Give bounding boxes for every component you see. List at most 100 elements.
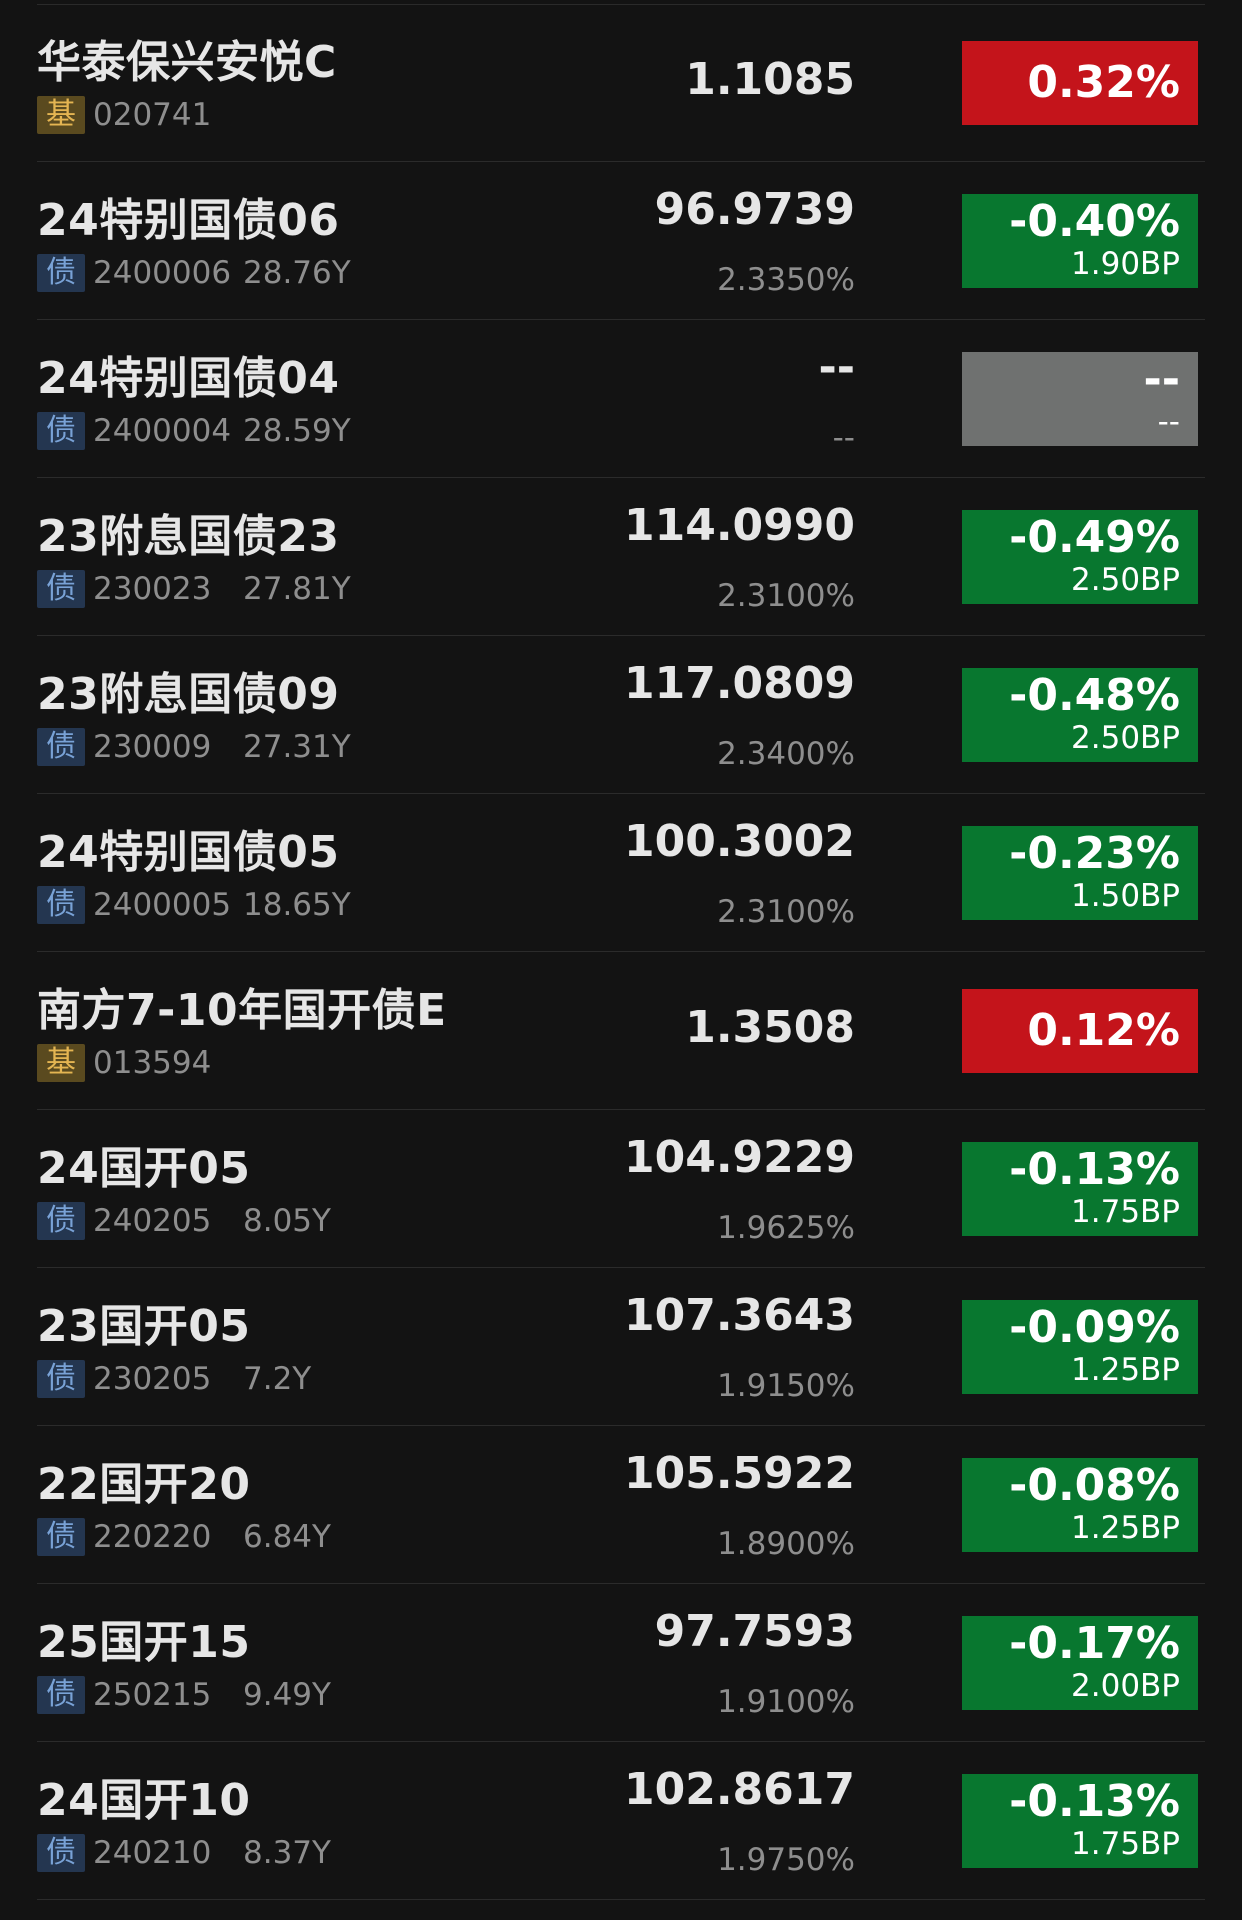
remaining-tenor: 28.76Y xyxy=(243,255,351,291)
change-bp: 2.50BP xyxy=(1071,720,1180,756)
change-badge[interactable]: -0.48% 2.50BP xyxy=(962,668,1198,762)
change-bp: 1.90BP xyxy=(1071,246,1180,282)
watchlist-row[interactable]: 南方7-10年国开债E 基 013594 1.3508 0.12% xyxy=(37,952,1205,1110)
watchlist: 华泰保兴安悦C 基 020741 1.1085 0.32% 24特别国债06 债… xyxy=(0,4,1242,1900)
remaining-tenor: 8.05Y xyxy=(243,1203,331,1239)
last-price: 97.7593 xyxy=(654,1606,855,1657)
change-badge[interactable]: -0.23% 1.50BP xyxy=(962,826,1198,920)
yield-value: 1.9100% xyxy=(717,1684,855,1720)
security-meta: 债 220220 6.84Y xyxy=(37,1518,331,1556)
change-bp: 1.25BP xyxy=(1071,1510,1180,1546)
yield-value: 1.9750% xyxy=(717,1842,855,1878)
watchlist-row[interactable]: 23国开05 债 230205 7.2Y 107.3643 1.9150% -0… xyxy=(37,1268,1205,1426)
last-price: 107.3643 xyxy=(623,1290,855,1341)
watchlist-row[interactable]: 23附息国债23 债 230023 27.81Y 114.0990 2.3100… xyxy=(37,478,1205,636)
security-name: 南方7-10年国开债E xyxy=(37,985,447,1036)
watchlist-row[interactable]: 24国开10 债 240210 8.37Y 102.8617 1.9750% -… xyxy=(37,1742,1205,1900)
security-code: 240210 xyxy=(93,1835,212,1871)
change-badge[interactable]: -0.09% 1.25BP xyxy=(962,1300,1198,1394)
yield-value: 2.3350% xyxy=(717,262,855,298)
change-badge[interactable]: -0.13% 1.75BP xyxy=(962,1142,1198,1236)
security-name: 24国开05 xyxy=(37,1143,251,1194)
change-bp: 1.50BP xyxy=(1071,878,1180,914)
bond-type-badge: 债 xyxy=(37,1518,85,1556)
change-badge[interactable]: -0.40% 1.90BP xyxy=(962,194,1198,288)
change-bp: 2.00BP xyxy=(1071,1668,1180,1704)
last-price: 100.3002 xyxy=(623,816,855,867)
last-price: 96.9739 xyxy=(654,184,855,235)
bond-type-badge: 债 xyxy=(37,412,85,450)
last-price: 114.0990 xyxy=(623,500,855,551)
remaining-tenor: 9.49Y xyxy=(243,1677,331,1713)
security-name: 24特别国债06 xyxy=(37,195,340,246)
change-percent: -0.09% xyxy=(1009,1302,1180,1353)
last-price: 105.5922 xyxy=(623,1448,855,1499)
watchlist-row[interactable]: 22国开20 债 220220 6.84Y 105.5922 1.8900% -… xyxy=(37,1426,1205,1584)
change-percent: -0.23% xyxy=(1009,828,1180,879)
last-price: 102.8617 xyxy=(623,1764,855,1815)
watchlist-row[interactable]: 25国开15 债 250215 9.49Y 97.7593 1.9100% -0… xyxy=(37,1584,1205,1742)
change-badge[interactable]: -0.13% 1.75BP xyxy=(962,1774,1198,1868)
security-meta: 债 2400005 18.65Y xyxy=(37,886,351,924)
security-meta: 基 013594 xyxy=(37,1044,243,1082)
security-name: 24特别国债05 xyxy=(37,827,340,878)
remaining-tenor: 27.81Y xyxy=(243,571,351,607)
change-percent: -0.13% xyxy=(1009,1144,1180,1195)
change-bp: 1.75BP xyxy=(1071,1826,1180,1862)
watchlist-row[interactable]: 华泰保兴安悦C 基 020741 1.1085 0.32% xyxy=(37,4,1205,162)
change-percent: -0.13% xyxy=(1009,1776,1180,1827)
last-price: 104.9229 xyxy=(623,1132,855,1183)
change-badge[interactable]: 0.32% xyxy=(962,41,1198,125)
security-name: 25国开15 xyxy=(37,1617,251,1668)
security-name: 华泰保兴安悦C xyxy=(37,37,337,88)
security-code: 230023 xyxy=(93,571,212,607)
change-bp: 2.50BP xyxy=(1071,562,1180,598)
watchlist-row[interactable]: 24国开05 债 240205 8.05Y 104.9229 1.9625% -… xyxy=(37,1110,1205,1268)
change-badge[interactable]: -- -- xyxy=(962,352,1198,446)
bond-type-badge: 债 xyxy=(37,254,85,292)
security-code: 240205 xyxy=(93,1203,212,1239)
bond-type-badge: 债 xyxy=(37,1360,85,1398)
security-name: 23附息国债23 xyxy=(37,511,340,562)
remaining-tenor: 8.37Y xyxy=(243,1835,331,1871)
watchlist-row[interactable]: 23附息国债09 债 230009 27.31Y 117.0809 2.3400… xyxy=(37,636,1205,794)
watchlist-row[interactable]: 24特别国债04 债 2400004 28.59Y -- -- -- -- xyxy=(37,320,1205,478)
change-percent: 0.32% xyxy=(1027,57,1180,108)
yield-value: 2.3400% xyxy=(717,736,855,772)
security-code: 230205 xyxy=(93,1361,212,1397)
bond-type-badge: 债 xyxy=(37,1834,85,1872)
change-percent: -0.17% xyxy=(1009,1618,1180,1669)
change-badge[interactable]: -0.08% 1.25BP xyxy=(962,1458,1198,1552)
security-name: 23国开05 xyxy=(37,1301,251,1352)
security-meta: 债 250215 9.49Y xyxy=(37,1676,331,1714)
watchlist-row[interactable]: 24特别国债05 债 2400005 18.65Y 100.3002 2.310… xyxy=(37,794,1205,952)
change-bp: -- xyxy=(1157,404,1180,440)
fund-type-badge: 基 xyxy=(37,1044,85,1082)
security-code: 250215 xyxy=(93,1677,212,1713)
security-code: 220220 xyxy=(93,1519,212,1555)
remaining-tenor: 27.31Y xyxy=(243,729,351,765)
change-badge[interactable]: 0.12% xyxy=(962,989,1198,1073)
change-badge[interactable]: -0.49% 2.50BP xyxy=(962,510,1198,604)
security-name: 22国开20 xyxy=(37,1459,251,1510)
change-percent: -0.48% xyxy=(1009,670,1180,721)
security-meta: 债 2400006 28.76Y xyxy=(37,254,351,292)
change-percent: -0.49% xyxy=(1009,512,1180,563)
yield-value: 2.3100% xyxy=(717,894,855,930)
change-percent: -0.08% xyxy=(1009,1460,1180,1511)
bond-type-badge: 债 xyxy=(37,1676,85,1714)
security-meta: 债 230009 27.31Y xyxy=(37,728,351,766)
security-meta: 债 240210 8.37Y xyxy=(37,1834,331,1872)
yield-value: 1.8900% xyxy=(717,1526,855,1562)
watchlist-row[interactable]: 24特别国债06 债 2400006 28.76Y 96.9739 2.3350… xyxy=(37,162,1205,320)
change-percent: -0.40% xyxy=(1009,196,1180,247)
security-meta: 债 230023 27.81Y xyxy=(37,570,351,608)
change-bp: 1.25BP xyxy=(1071,1352,1180,1388)
security-code: 020741 xyxy=(93,97,212,133)
change-percent: 0.12% xyxy=(1027,1005,1180,1056)
bond-type-badge: 债 xyxy=(37,728,85,766)
change-badge[interactable]: -0.17% 2.00BP xyxy=(962,1616,1198,1710)
remaining-tenor: 6.84Y xyxy=(243,1519,331,1555)
last-price: -- xyxy=(818,342,855,393)
bond-type-badge: 债 xyxy=(37,886,85,924)
